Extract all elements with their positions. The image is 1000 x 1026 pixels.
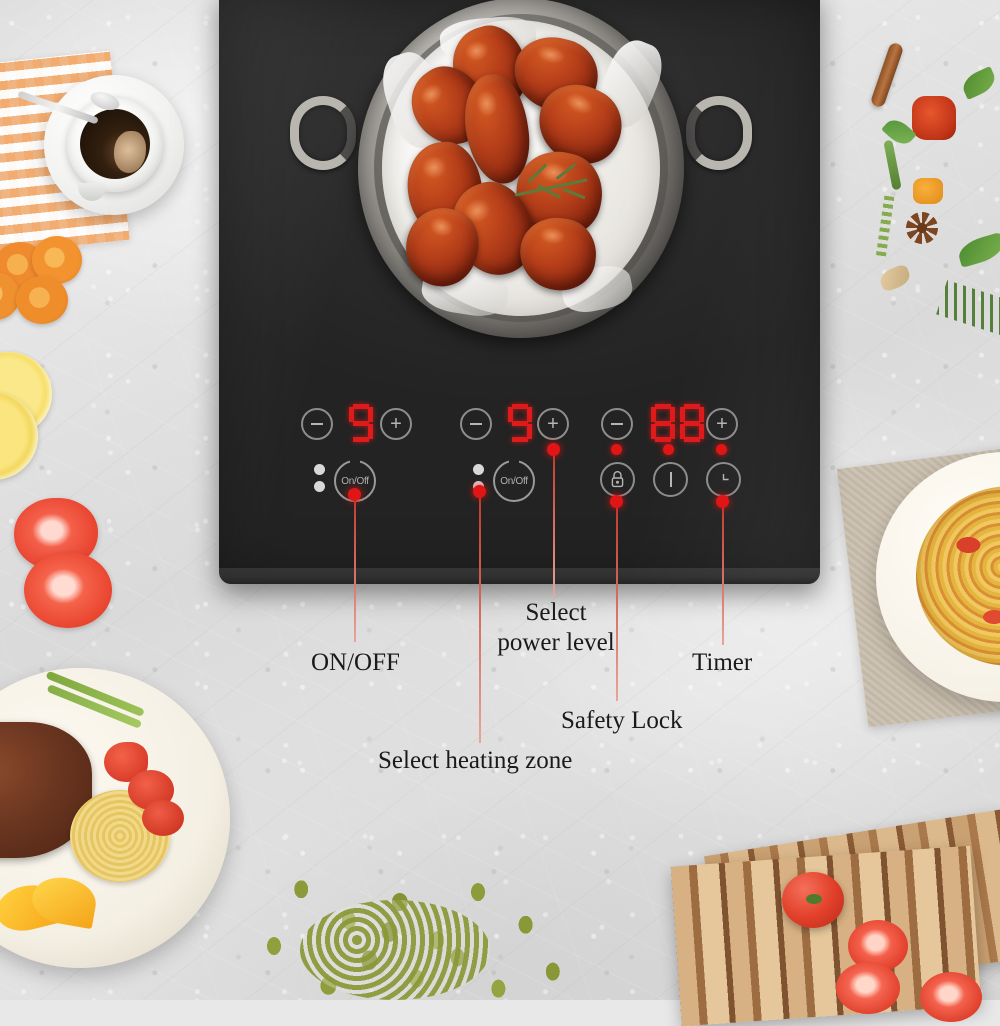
seven-segment-digit xyxy=(508,404,532,442)
timer-indicator-led xyxy=(716,444,727,455)
minus-icon xyxy=(603,410,631,438)
zone-right-display xyxy=(508,404,532,442)
timer-leader-dot xyxy=(716,495,729,508)
orange-wedges xyxy=(0,872,108,948)
padlock-icon xyxy=(602,464,633,495)
tomato-half-3 xyxy=(920,972,982,1022)
power-indicator-led xyxy=(663,444,674,455)
seven-segment-digit xyxy=(349,404,373,442)
lemon-slices xyxy=(0,352,70,480)
minus-icon xyxy=(462,410,490,438)
seven-segment-digit xyxy=(651,404,675,442)
plus-icon: + xyxy=(390,413,402,435)
plus-icon: + xyxy=(547,413,559,435)
zone-right-onoff-label: On/Off xyxy=(500,475,528,487)
minus-icon xyxy=(303,410,331,438)
zone-left-indicator-dot-upper xyxy=(314,464,325,475)
power-button[interactable] xyxy=(653,462,688,497)
tomato-stem xyxy=(806,894,822,904)
star-anise xyxy=(906,212,938,244)
safety-lock-leader-dot xyxy=(610,495,623,508)
annotation-power-level: Select power level xyxy=(497,599,615,656)
cooking-pan xyxy=(290,0,752,362)
onoff-leader-dot xyxy=(348,488,361,501)
onoff-leader-line xyxy=(354,494,356,642)
mung-beans-cluster xyxy=(300,900,490,1000)
pasta-tomato-bits xyxy=(930,500,1000,650)
annotation-heating-zone: Select heating zone xyxy=(378,747,573,774)
induction-cooktop[interactable]: + On/Off + On/Off + xyxy=(219,0,820,584)
zone-left-minus-button[interactable] xyxy=(301,408,333,440)
carrot-slices xyxy=(0,236,96,324)
plate-cherry-tomatoes xyxy=(104,742,184,836)
safety-lock-indicator-led xyxy=(611,444,622,455)
timer-leader-line xyxy=(722,501,724,645)
dried-tomato xyxy=(912,96,956,140)
pan-body xyxy=(358,0,684,338)
clock-icon xyxy=(708,464,739,495)
plus-icon: + xyxy=(716,413,728,435)
turmeric-piece xyxy=(913,178,943,204)
chicken-wings xyxy=(394,17,635,306)
tomato-slices xyxy=(8,498,114,628)
timer-minus-button[interactable] xyxy=(601,408,633,440)
pan-handle-right xyxy=(686,96,752,170)
annotation-onoff: ON/OFF xyxy=(311,649,400,676)
seven-segment-digit xyxy=(680,404,704,442)
pan-handle-left xyxy=(290,96,356,170)
timer-display xyxy=(651,404,704,442)
power-level-leader-line xyxy=(553,449,555,596)
zone-left-indicator-dot-lower xyxy=(314,481,325,492)
power-bar-icon xyxy=(655,464,686,495)
control-panel[interactable]: + On/Off + On/Off + xyxy=(219,390,820,520)
safety-lock-button[interactable] xyxy=(600,462,635,497)
tomato-half-2 xyxy=(836,962,900,1014)
heating-zone-leader-dot xyxy=(473,485,486,498)
safety-lock-leader-line xyxy=(616,501,618,701)
annotation-safety-lock: Safety Lock xyxy=(561,707,683,734)
zone-right-indicator-dot-upper xyxy=(473,464,484,475)
power-level-leader-dot xyxy=(547,443,560,456)
product-photo-scene: + On/Off + On/Off + ON/OFF Select heatin… xyxy=(0,0,1000,1026)
zone-left-plus-button[interactable]: + xyxy=(380,408,412,440)
zone-right-onoff-button[interactable]: On/Off xyxy=(493,460,535,502)
rosemary-sprig xyxy=(514,162,594,210)
zone-right-minus-button[interactable] xyxy=(460,408,492,440)
annotation-timer: Timer xyxy=(692,649,753,676)
timer-plus-button[interactable]: + xyxy=(706,408,738,440)
zone-left-display xyxy=(349,404,373,442)
zone-right-plus-button[interactable]: + xyxy=(537,408,569,440)
cooktop-front-edge xyxy=(219,568,820,584)
timer-button[interactable] xyxy=(706,462,741,497)
heating-zone-leader-line xyxy=(479,491,481,743)
